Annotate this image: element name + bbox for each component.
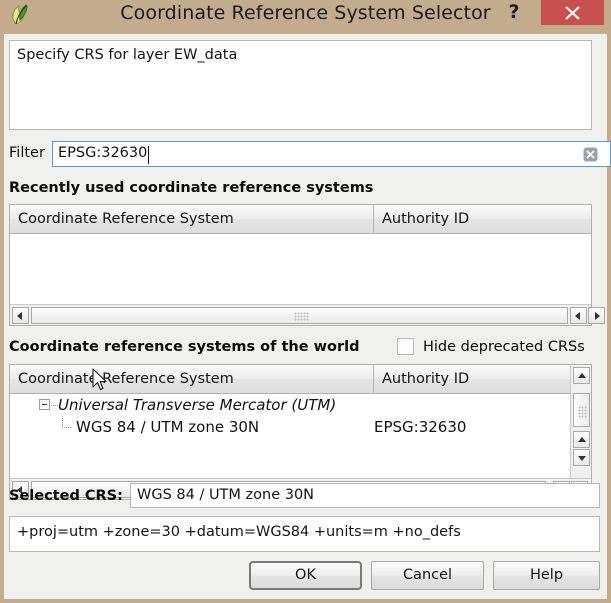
tree-line-horizontal [62,427,71,428]
proj-string-field[interactable]: +proj=utm +zone=30 +datum=WGS84 +units=m… [9,516,600,552]
scroll-right-icon[interactable] [588,307,605,324]
description-textbox[interactable]: Specify CRS for layer EW_data [9,40,592,130]
hide-deprecated-label[interactable]: Hide deprecated CRSs [423,339,585,355]
close-button[interactable] [541,0,604,25]
title-bar[interactable]: Coordinate Reference System Selector ? [0,0,611,34]
scroll-left-icon[interactable] [12,307,29,324]
scroll-left-icon-2[interactable] [570,307,587,324]
recent-crs-table[interactable]: Coordinate Reference System Authority ID [9,204,605,326]
recent-section-title: Recently used coordinate reference syste… [9,180,374,196]
cancel-button[interactable]: Cancel [371,561,484,590]
ok-button[interactable]: OK [249,561,362,590]
dialog-client-area: Specify CRS for layer EW_data Filter EPS… [4,34,611,599]
world-section-title: Coordinate reference systems of the worl… [9,339,360,355]
recent-table-body [10,234,591,304]
hide-deprecated-checkbox[interactable] [397,338,414,355]
scroll-down-icon[interactable] [573,449,590,466]
world-column-authority[interactable]: Authority ID [374,365,570,393]
clear-x-icon[interactable] [583,147,598,162]
tree-line [51,405,58,406]
filter-input[interactable]: EPSG:32630 [52,141,611,167]
recent-column-authority[interactable]: Authority ID [374,205,591,233]
scroll-up-icon-2[interactable] [573,431,590,448]
scroll-up-icon[interactable] [573,367,590,384]
help-button[interactable]: Help [493,561,600,590]
mouse-cursor [92,368,108,393]
tree-row[interactable]: Universal Transverse Mercator (UTM) [10,394,570,416]
crs-selector-dialog: Coordinate Reference System Selector ? S… [0,0,611,603]
recent-table-header: Coordinate Reference System Authority ID [10,205,591,234]
world-vertical-scrollbar[interactable] [570,365,591,478]
text-caret [148,146,149,164]
world-vscroll-thumb[interactable] [573,393,590,427]
world-column-crs[interactable]: Coordinate Reference System [10,365,374,393]
world-tree-body: Universal Transverse Mercator (UTM) WGS 8… [10,394,570,478]
filter-label: Filter [9,145,45,161]
recent-horizontal-scrollbar[interactable] [10,304,605,325]
close-icon [565,6,580,20]
recent-column-crs[interactable]: Coordinate Reference System [10,205,374,233]
recent-hscroll-thumb[interactable] [31,307,568,324]
tree-line-vertical [62,416,63,427]
tree-row-name: Universal Transverse Mercator (UTM) [58,396,337,414]
tree-row-authority: EPSG:32630 [374,418,467,436]
selected-crs-label: Selected CRS: [9,488,123,504]
titlebar-help-button[interactable]: ? [503,0,525,24]
selected-crs-value[interactable]: WGS 84 / UTM zone 30N [130,483,600,508]
tree-row[interactable]: WGS 84 / UTM zone 30N EPSG:32630 [10,416,570,438]
tree-row-name: WGS 84 / UTM zone 30N [76,418,260,436]
collapse-toggle-icon[interactable] [39,399,50,410]
filter-input-value: EPSG:32630 [58,145,148,161]
